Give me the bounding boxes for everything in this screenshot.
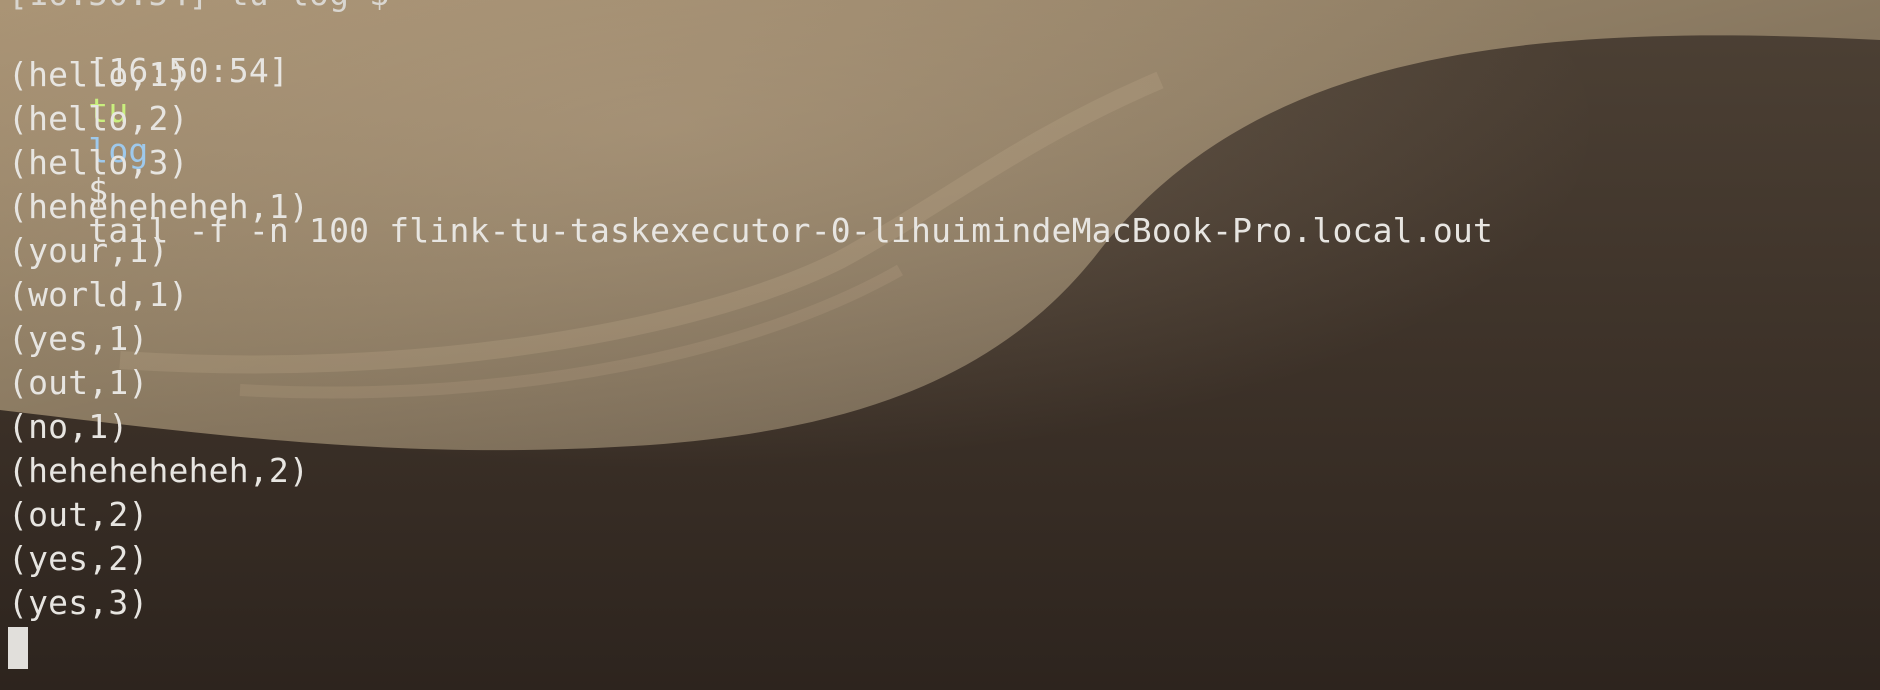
output-line-8: (out,1) [8, 363, 149, 402]
terminal-window[interactable]: [16:50:54] tu log $ [16:50:54] tu log $ … [0, 0, 1880, 690]
output-line-2: (hello,2) [8, 99, 189, 138]
output-line-11: (out,2) [8, 495, 149, 534]
output-line-3: (hello,3) [8, 143, 189, 182]
output-line-13: (yes,3) [8, 583, 149, 622]
output-line-7: (yes,1) [8, 319, 149, 358]
output-line-4: (heheheheheh,1) [8, 187, 310, 226]
output-line-9: (no,1) [8, 407, 129, 446]
output-line-12: (yes,2) [8, 539, 149, 578]
terminal-cursor[interactable] [8, 627, 28, 669]
command-prompt-line: [16:50:54] tu log $ tail -f -n 100 flink… [8, 11, 1493, 250]
output-line-1: (hello,1) [8, 55, 189, 94]
output-line-10: (heheheheheh,2) [8, 451, 310, 490]
output-line-5: (your,1) [8, 231, 169, 270]
output-line-6: (world,1) [8, 275, 189, 314]
